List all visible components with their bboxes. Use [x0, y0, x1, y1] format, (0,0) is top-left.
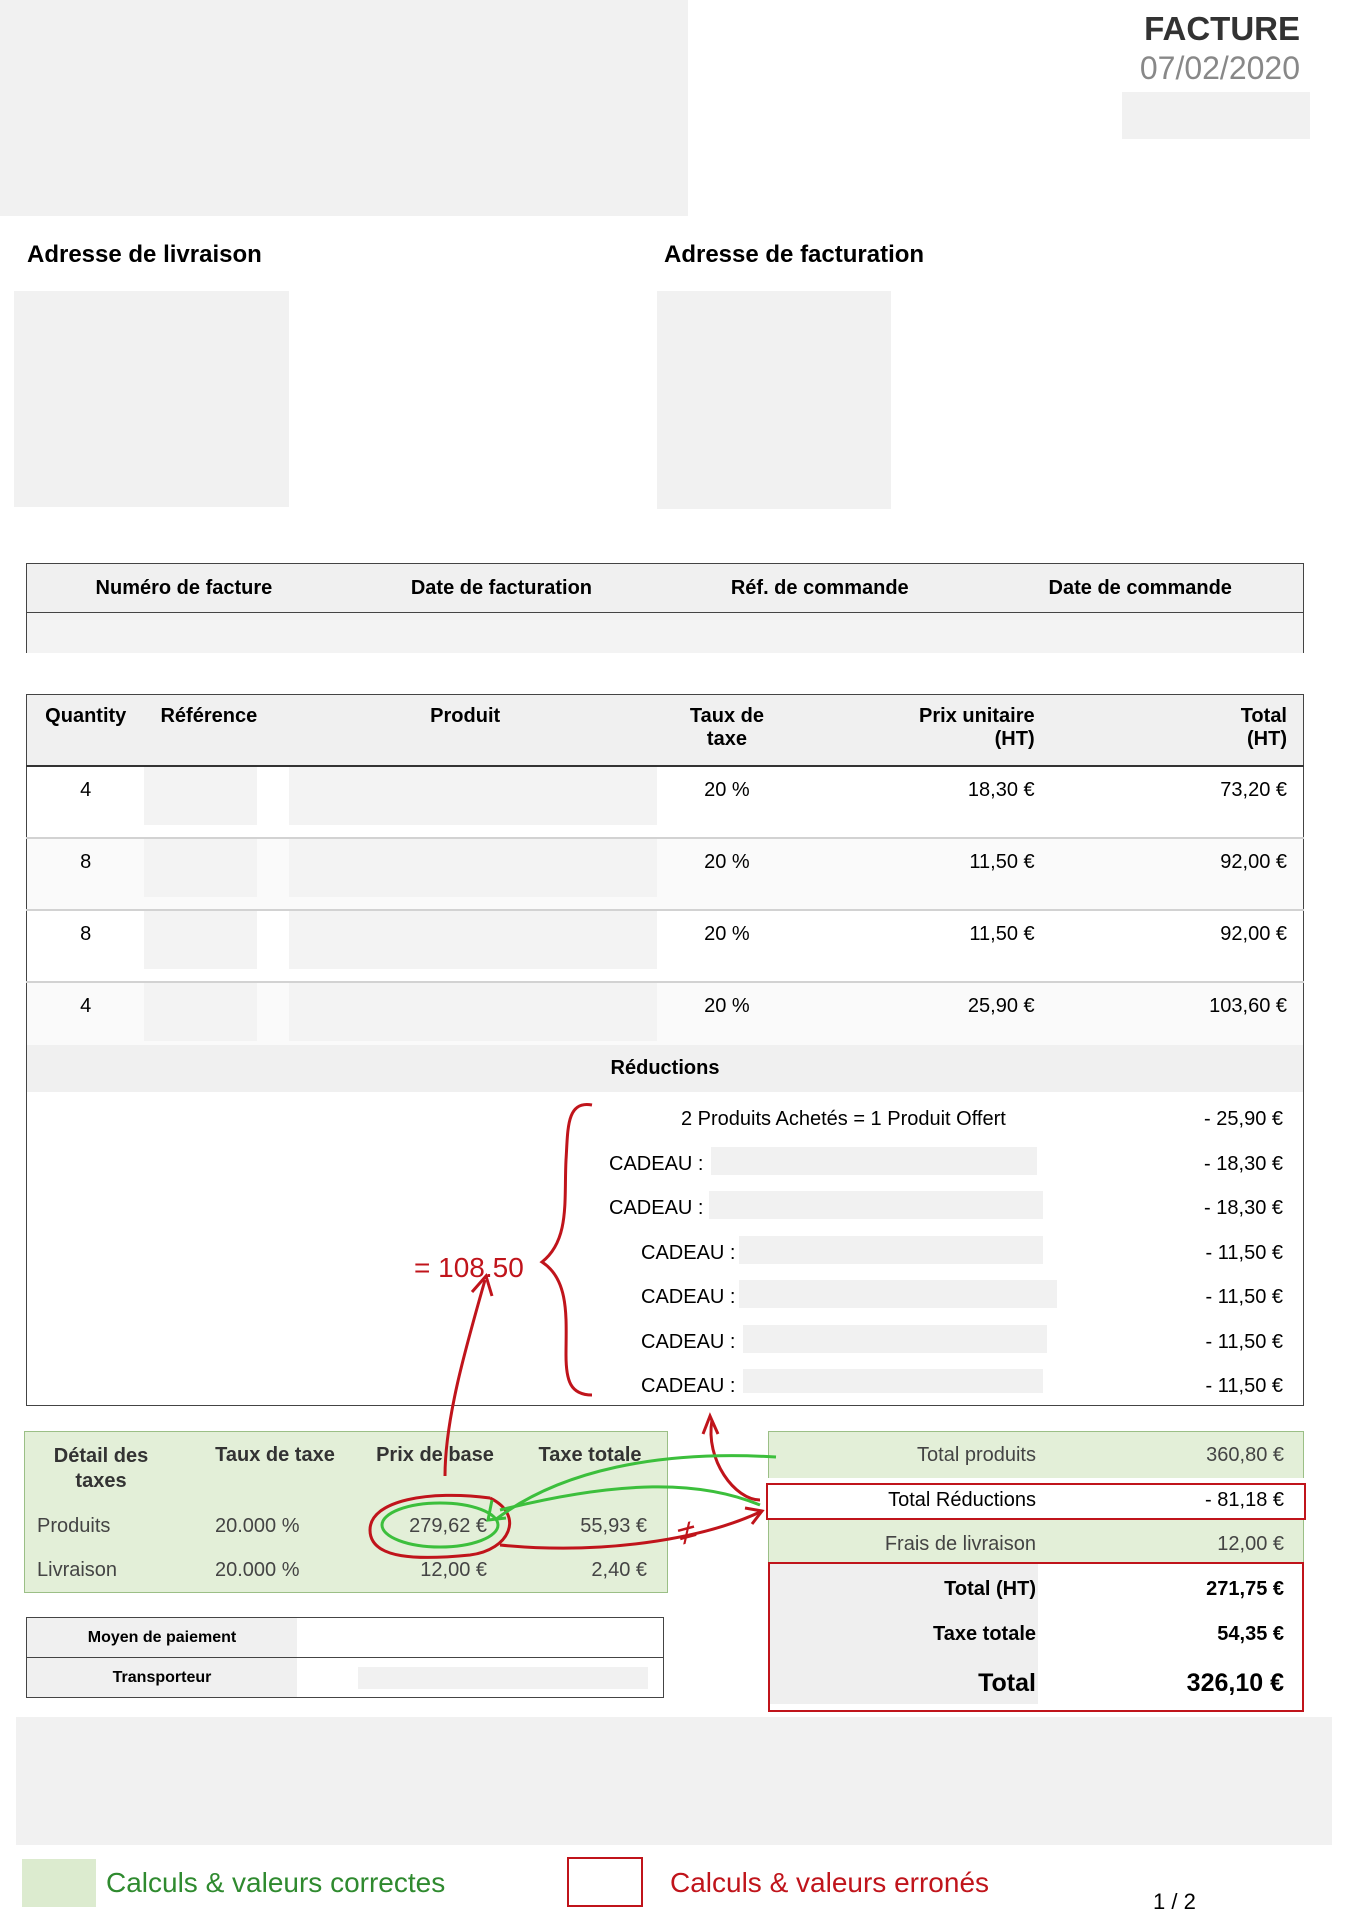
- red-arrow-neq: [499, 1510, 761, 1550]
- legend-wrong-swatch: [567, 1857, 643, 1907]
- page-number: 1 / 2: [1153, 1889, 1196, 1914]
- green-ellipse-base: [380, 1501, 500, 1549]
- legend-wrong-label: Calculs & valeurs erronés: [670, 1867, 990, 1898]
- legend-correct-swatch: [22, 1859, 96, 1907]
- red-arrow-sum: [443, 1279, 487, 1477]
- annotation-sum: = 108.50: [414, 1252, 524, 1283]
- red-brace: [539, 1103, 593, 1397]
- legend-correct-label: Calculs & valeurs correctes: [106, 1867, 446, 1898]
- annotation-layer: [368, 1103, 777, 1559]
- green-arrow-reductions: [499, 1485, 761, 1512]
